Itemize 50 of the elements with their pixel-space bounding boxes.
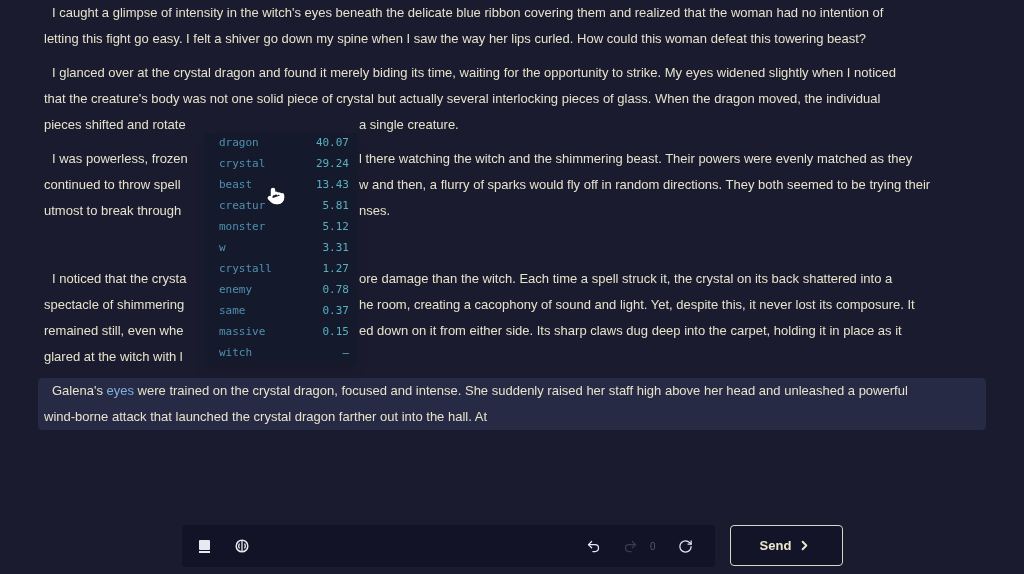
story-line-fragment: he room, creating a cacophony of sound and light. Yet, despite this, it never lost its composure. It (359, 296, 915, 314)
token-label[interactable]: enemy (219, 282, 253, 299)
story-line: I glanced over at the crystal dragon and found it merely biding its time, waiting for the opportunity to strike. My eyes widened slightly when I noticed (51, 65, 896, 80)
story-line-fragment: l there watching the witch and the shimmering beast. Their powers were evenly matched as they (359, 150, 913, 168)
token-probability: 40.07 (315, 135, 349, 152)
story-line-fragment: I noticed that the crysta (51, 271, 187, 286)
send-button[interactable]: Send (729, 525, 843, 566)
token-label[interactable]: massive (219, 324, 266, 341)
retry-icon[interactable] (677, 538, 693, 554)
story-line-fragment: a single creature. (359, 116, 459, 134)
story-line-fragment: spectacle of shimmering (44, 297, 185, 312)
story-line: wind-borne attack that launched the crystal dragon farther out into the hall. At (44, 409, 487, 424)
token-label[interactable]: monster (219, 219, 266, 236)
undo-counter: 0 (649, 539, 656, 554)
hand-pointer-icon (267, 187, 285, 205)
token-label[interactable]: crystall (219, 261, 272, 278)
story-line-fragment: pieces shifted and rotate (44, 117, 186, 132)
token-probability: 1.27 (322, 261, 349, 278)
story-line: letting this fight go easy. I felt a shiver go down my spine when I saw the way her lips curled. How could this woman defeat this towering beast? (44, 31, 867, 46)
token-probability: 0.78 (322, 282, 349, 299)
story-line: Galena's eyes were trained on the crystal dragon, focused and intense. She suddenly raised her staff high above her head and unleashed a powerful (51, 383, 908, 398)
story-line-fragment: I was powerless, frozen (51, 151, 188, 166)
token-probability: 5.81 (322, 198, 349, 215)
token-label[interactable]: witch (219, 345, 253, 362)
token-probability: 3.31 (322, 240, 349, 257)
token-probability: 13.43 (315, 177, 349, 194)
token-label[interactable]: crystal (219, 156, 266, 173)
token-probability: 0.37 (322, 303, 349, 320)
highlighted-word[interactable]: eyes (106, 383, 134, 398)
token-probability: 5.12 (322, 219, 349, 236)
story-line-fragment: continued to throw spell (44, 177, 181, 192)
token-label[interactable]: w (219, 240, 226, 257)
story-line-fragment: w and then, a flurry of sparks would fly off in random directions. They both seemed to be trying their (359, 176, 931, 194)
story-line-fragment: glared at the witch with l (44, 349, 183, 364)
story-line: that the creature's body was not one solid piece of crystal but actually several interlocking pieces of glass. When the dragon moved, the individual (44, 91, 881, 106)
token-probability: 29.24 (315, 156, 349, 173)
story-line-fragment: ed down on it from either side. Its sharp claws dug deep into the carpet, holding it in place as it (359, 322, 902, 340)
story-line-fragment: utmost to break through (44, 203, 182, 218)
story-line: I caught a glimpse of intensity in the witch's eyes beneath the delicate blue ribbon covering them and realized that the woman had no intention of (51, 5, 884, 20)
story-line-fragment: nses. (359, 202, 391, 220)
story-line-fragment: ore damage than the witch. Each time a spell struck it, the crystal on its back shattered into a (359, 270, 893, 288)
token-probability: – (342, 345, 349, 362)
token-probability: 0.15 (322, 324, 349, 341)
token-label[interactable]: dragon (219, 135, 259, 152)
token-label[interactable]: same (219, 303, 246, 320)
story-line-fragment: remained still, even whe (44, 323, 184, 338)
book-icon[interactable] (197, 539, 211, 553)
token-label[interactable]: creatur (219, 198, 266, 215)
undo-icon[interactable] (585, 538, 601, 554)
token-label[interactable]: beast (219, 177, 253, 194)
